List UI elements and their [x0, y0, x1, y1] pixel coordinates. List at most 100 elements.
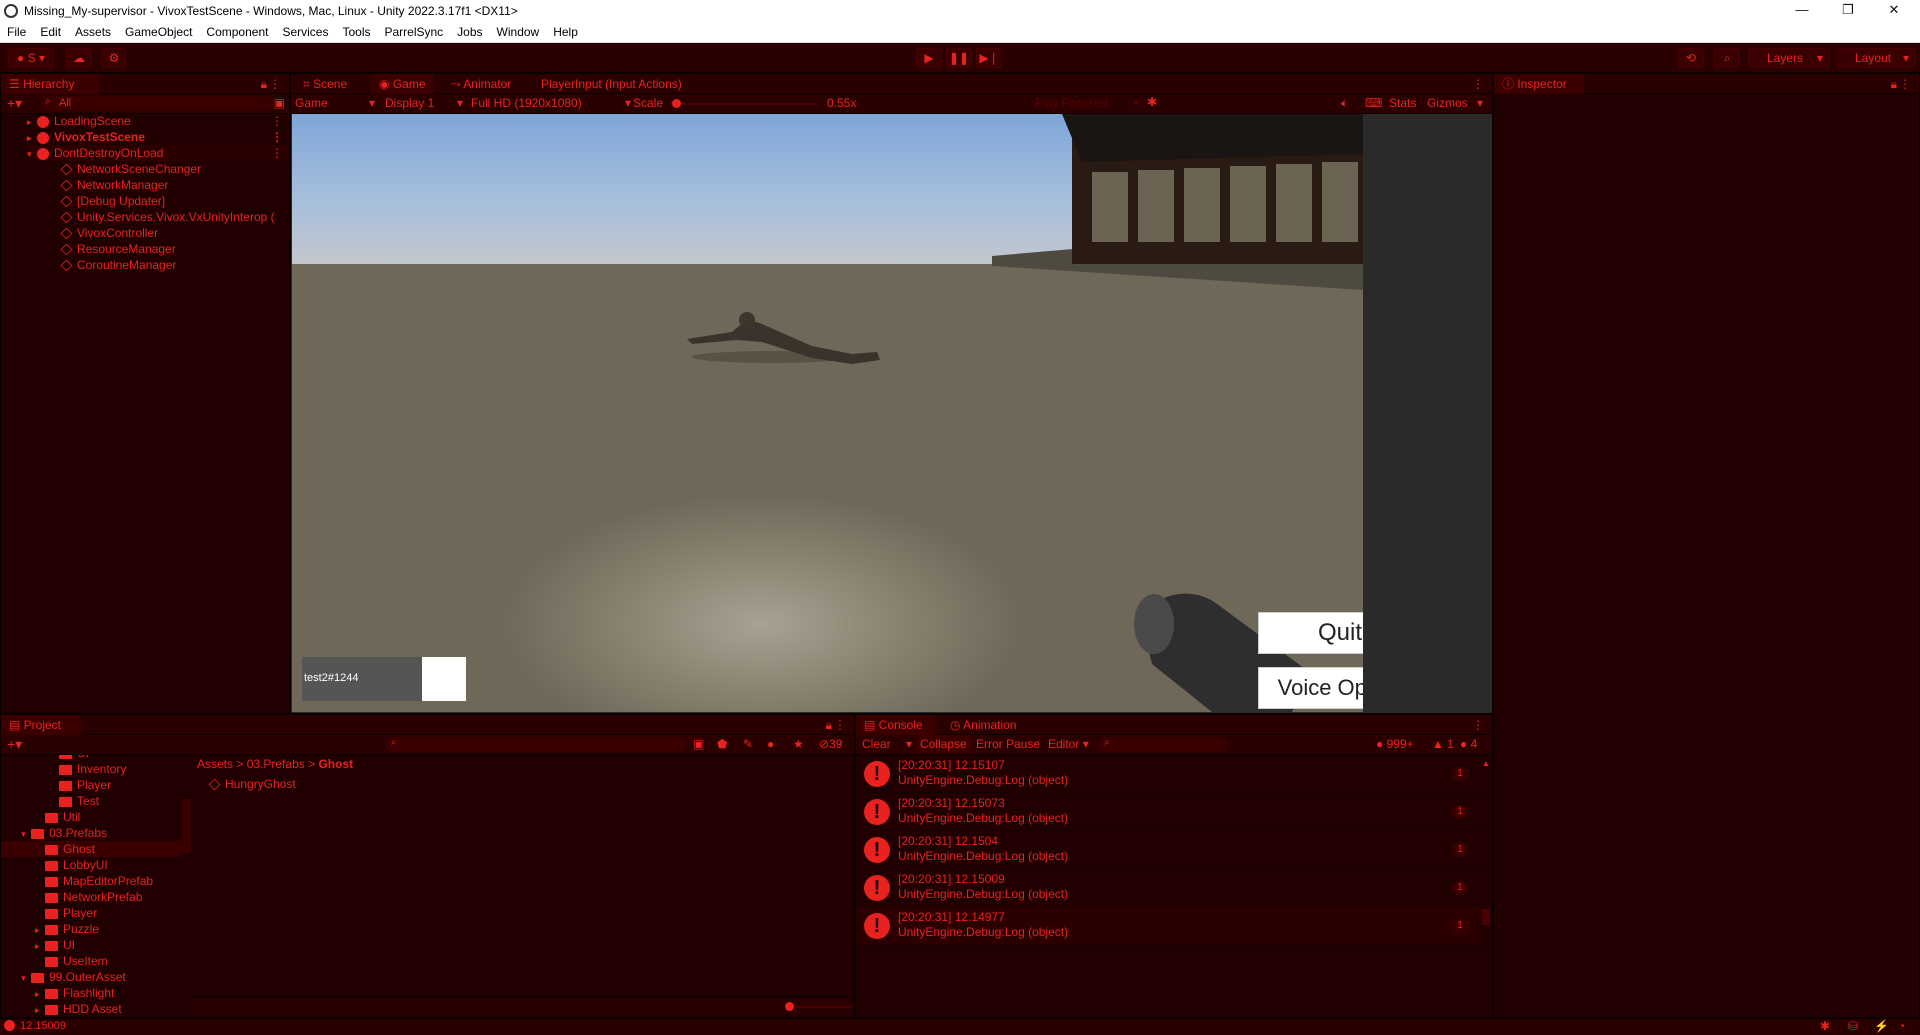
- history-icon[interactable]: ⟲: [1678, 48, 1704, 68]
- project-folder-item[interactable]: NetworkPrefab: [35, 889, 142, 905]
- menu-file[interactable]: File: [0, 25, 33, 39]
- collab-gear-icon[interactable]: ⚙: [102, 48, 126, 68]
- project-folder-item[interactable]: Inventory: [49, 761, 126, 777]
- favorite-icon[interactable]: ★: [793, 737, 804, 751]
- pause-button[interactable]: ❚❚: [946, 48, 972, 68]
- console-scroll-thumb[interactable]: [1482, 909, 1490, 925]
- project-folder-item[interactable]: ▾ 03.Prefabs: [21, 825, 107, 841]
- menu-edit[interactable]: Edit: [33, 25, 68, 39]
- collapse-arrow-icon[interactable]: ▸: [35, 922, 45, 938]
- warning-count-toggle[interactable]: ▲ 1: [1432, 737, 1454, 751]
- play-button[interactable]: ▶: [916, 48, 942, 68]
- project-folder-item[interactable]: Ghost: [1, 841, 181, 857]
- collapse-arrow-icon[interactable]: ▸: [35, 986, 45, 1002]
- expand-arrow-icon[interactable]: ▾: [21, 826, 31, 842]
- lock-icon[interactable]: 🔒︎: [261, 77, 267, 92]
- quit-button[interactable]: Quit: [1258, 612, 1363, 654]
- game-render-view[interactable]: test2#1244 Quit Voice Option: [292, 114, 1363, 712]
- error-filter-icon[interactable]: ●: [767, 737, 774, 751]
- scene-row-loadingscene[interactable]: ▸ LoadingScene ⋮: [27, 113, 287, 129]
- project-folder-item[interactable]: LobbyUI: [35, 857, 108, 873]
- bug-report-icon[interactable]: ✱: [1820, 1019, 1830, 1033]
- layers-dropdown[interactable]: Layers ▾: [1748, 48, 1830, 68]
- layout-dropdown[interactable]: Layout ▾: [1838, 48, 1916, 68]
- stats-button[interactable]: Stats: [1389, 96, 1416, 110]
- lock-icon[interactable]: 🔒︎: [826, 718, 832, 733]
- log-entry[interactable]: ! [20:20:31] 12.14977 UnityEngine.Debug:Lo…: [856, 907, 1480, 945]
- hierarchy-search-input[interactable]: All: [41, 96, 273, 111]
- breadcrumb-item[interactable]: Assets: [197, 757, 233, 771]
- project-folder-item[interactable]: Player: [49, 777, 111, 793]
- project-folder-item[interactable]: ▸ UI: [35, 937, 75, 953]
- tab-console[interactable]: ▤ Console: [856, 715, 936, 735]
- step-button[interactable]: ▶❘: [976, 48, 1002, 68]
- mute-audio-icon[interactable]: 🔈︎: [1341, 96, 1348, 111]
- menu-services[interactable]: Services: [275, 25, 335, 39]
- hierarchy-object[interactable]: [Debug Updater]: [60, 193, 165, 209]
- scale-slider[interactable]: [675, 103, 817, 105]
- menu-assets[interactable]: Assets: [68, 25, 118, 39]
- progress-icon[interactable]: ◔: [1898, 1019, 1905, 1033]
- project-folder-item[interactable]: ▾ 99.OuterAsset: [21, 969, 126, 985]
- panel-menu-icon[interactable]: ⋮: [1899, 77, 1911, 91]
- breadcrumb-item[interactable]: 03.Prefabs: [247, 757, 305, 771]
- console-scrollbar[interactable]: ▲: [1482, 759, 1490, 933]
- menu-gameobject[interactable]: GameObject: [118, 25, 199, 39]
- log-entry[interactable]: ! [20:20:31] 12.15073 UnityEngine.Debug:Lo…: [856, 793, 1480, 831]
- display-dropdown[interactable]: Display 1 ▾: [385, 96, 463, 110]
- search-by-type-icon[interactable]: ▣: [693, 737, 704, 751]
- project-search-input[interactable]: [385, 737, 687, 752]
- cache-server-icon[interactable]: ⛁: [1848, 1019, 1858, 1033]
- scene-visibility-icon[interactable]: ▣: [274, 96, 285, 110]
- panel-menu-icon[interactable]: ⋮: [1472, 718, 1484, 732]
- saved-search-icon[interactable]: ✎: [743, 737, 753, 751]
- console-search-input[interactable]: [1098, 737, 1228, 752]
- breadcrumb-item[interactable]: Ghost: [318, 757, 353, 771]
- panel-menu-icon[interactable]: ⋮: [1472, 77, 1484, 91]
- scale-slider-handle[interactable]: [672, 99, 681, 108]
- menu-help[interactable]: Help: [546, 25, 585, 39]
- project-folder-item[interactable]: Test: [49, 793, 99, 809]
- collapse-arrow-icon[interactable]: ▸: [35, 938, 45, 954]
- close-button[interactable]: ✕: [1871, 0, 1917, 21]
- hierarchy-object[interactable]: VivoxController: [60, 225, 158, 241]
- tab-animation[interactable]: ◷ Animation: [942, 715, 1025, 735]
- error-pause-button[interactable]: Error Pause: [976, 737, 1040, 751]
- minimize-button[interactable]: —: [1779, 0, 1825, 21]
- hierarchy-object[interactable]: ResourceManager: [60, 241, 176, 257]
- project-folder-item[interactable]: ▸ Puzzle: [35, 921, 99, 937]
- tab-playerinput[interactable]: PlayerInput (Input Actions): [533, 74, 690, 94]
- menu-tools[interactable]: Tools: [335, 25, 377, 39]
- scene-row-dontdestroyonload[interactable]: ▾ DontDestroyOnLoad ⋮: [27, 145, 287, 161]
- hierarchy-object[interactable]: NetworkSceneChanger: [60, 161, 201, 177]
- add-icon[interactable]: +▾: [7, 736, 22, 753]
- project-folder-item[interactable]: ▸ HDD Asset: [35, 1001, 122, 1017]
- cloud-icon[interactable]: ☁: [66, 48, 92, 68]
- auto-generate-icon[interactable]: ⚡: [1874, 1019, 1889, 1033]
- lock-icon[interactable]: 🔒︎: [1891, 77, 1897, 92]
- panel-menu-icon[interactable]: ⋮: [269, 77, 281, 91]
- menu-component[interactable]: Component: [199, 25, 275, 39]
- play-focused-dropdown[interactable]: Play Focused ▾: [1035, 96, 1139, 110]
- icon-size-slider[interactable]: [791, 1006, 851, 1008]
- tab-inspector[interactable]: ⓘ Inspector: [1494, 74, 1584, 94]
- search-icon[interactable]: ⌕: [1714, 48, 1740, 68]
- voice-option-button[interactable]: Voice Option: [1258, 667, 1363, 709]
- tab-game[interactable]: ◉ Game: [371, 74, 434, 94]
- shortcuts-icon[interactable]: ⌨: [1365, 96, 1382, 110]
- game-mode-dropdown[interactable]: Game ▾: [295, 96, 375, 110]
- project-folder-item[interactable]: Player: [35, 905, 97, 921]
- restore-button[interactable]: ❐: [1825, 0, 1871, 21]
- collapse-arrow-icon[interactable]: ▸: [35, 1002, 45, 1018]
- resolution-dropdown[interactable]: Full HD (1920x1080) ▾: [471, 96, 631, 110]
- menu-window[interactable]: Window: [490, 25, 547, 39]
- log-entry[interactable]: ! [20:20:31] 12.1504 UnityEngine.Debug:Log…: [856, 831, 1480, 869]
- tab-project[interactable]: ▤ Project: [1, 715, 81, 735]
- log-entry[interactable]: ! [20:20:31] 12.15107 UnityEngine.Debug:Lo…: [856, 755, 1480, 793]
- bug-icon[interactable]: ✱: [1147, 95, 1157, 109]
- log-entry[interactable]: ! [20:20:31] 12.15009 UnityEngine.Debug:Lo…: [856, 869, 1480, 907]
- asset-item[interactable]: HungryGhost: [208, 776, 296, 792]
- hierarchy-object[interactable]: Unity.Services.Vivox.VxUnityInterop (: [60, 209, 275, 225]
- clear-button[interactable]: Clear ▾: [862, 737, 912, 751]
- project-folder-item[interactable]: MapEditorPrefab: [35, 873, 153, 889]
